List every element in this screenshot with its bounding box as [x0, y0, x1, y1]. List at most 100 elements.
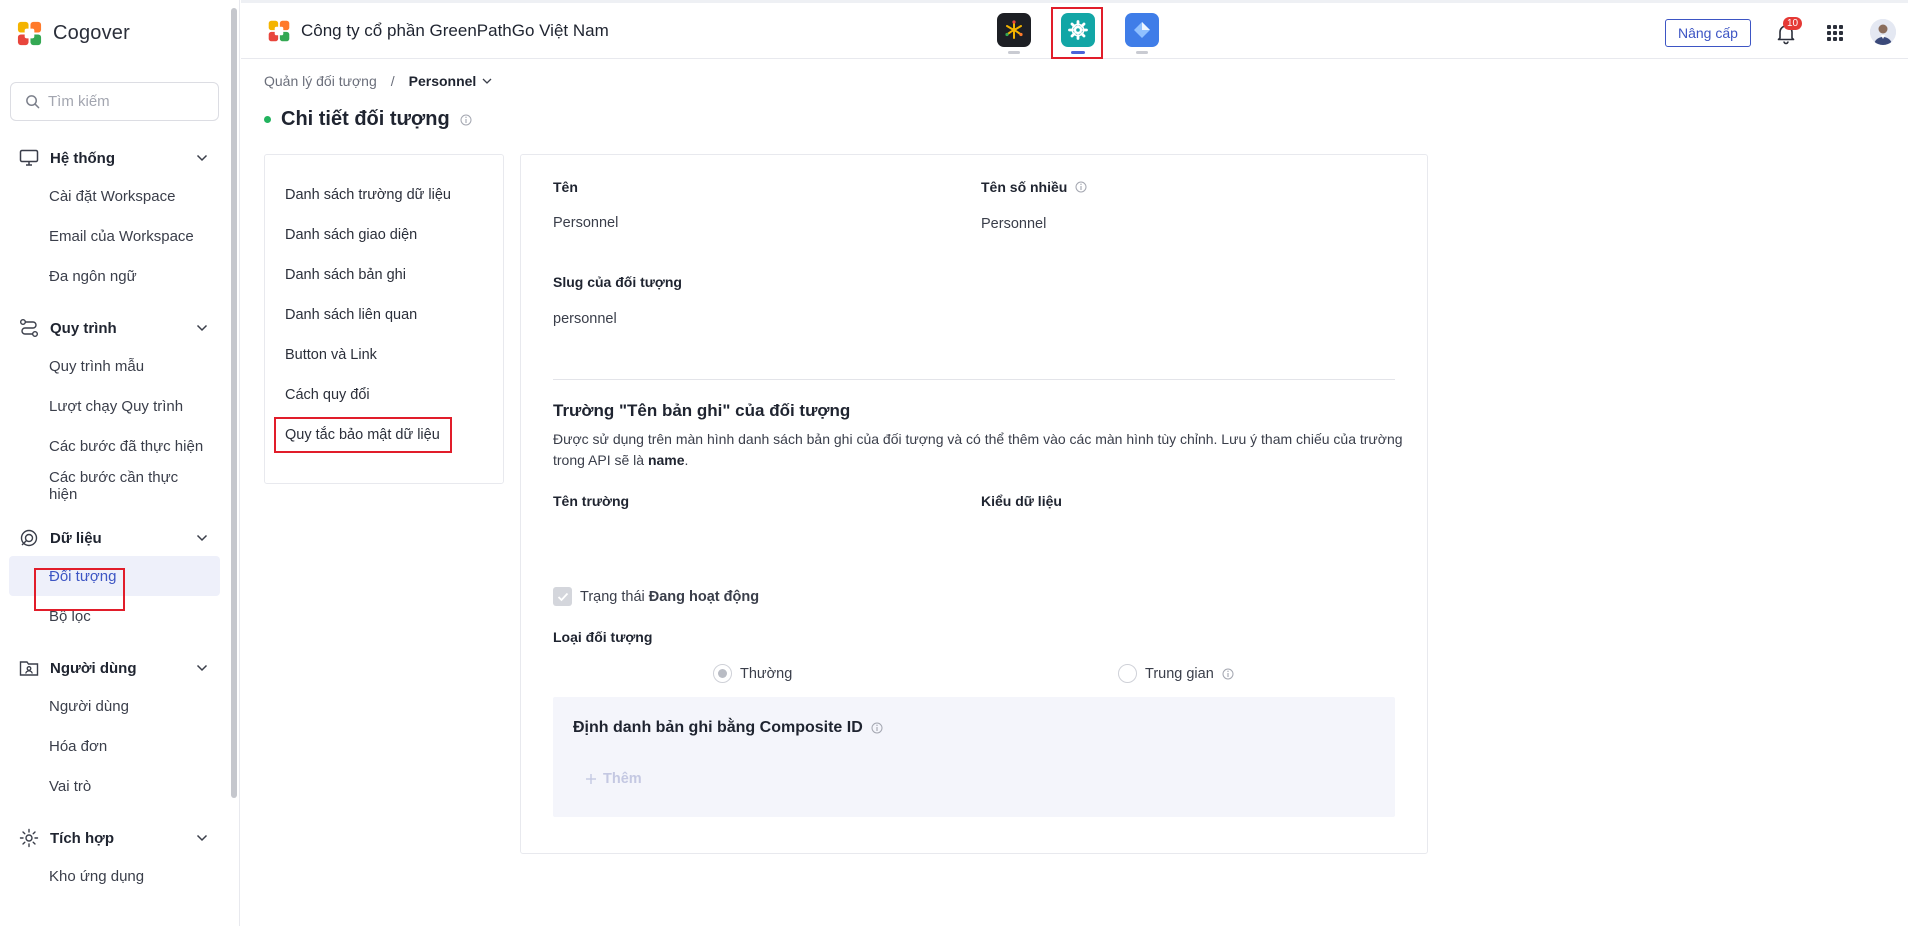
breadcrumb-parent[interactable]: Quản lý đối tượng [264, 73, 377, 89]
chevron-down-icon[interactable] [196, 324, 208, 332]
object-detail-panel: Tên Personnel Tên số nhiều Personnel Slu… [520, 154, 1428, 854]
plural-label-text: Tên số nhiều [981, 179, 1068, 195]
chevron-down-icon[interactable] [196, 664, 208, 672]
record-name-api: name [647, 452, 685, 468]
tab-danh-sach-truong[interactable]: Danh sách trường dữ liệu [265, 175, 503, 215]
add-composite-button[interactable]: Thêm [585, 771, 642, 787]
sidebar-group-header[interactable]: Tích hợp [0, 820, 232, 856]
workflow-icon [18, 317, 40, 339]
breadcrumb-separator: / [390, 73, 395, 89]
app-indicator [1008, 51, 1020, 54]
tab-danh-sach-giao-dien[interactable]: Danh sách giao diện [265, 215, 503, 255]
composite-id-section: Định danh bản ghi bằng Composite ID Thêm [553, 697, 1395, 817]
radio-button[interactable] [713, 664, 732, 683]
sidebar-item-vai-tro[interactable]: Vai trò [0, 766, 210, 806]
radio-type-intermediate[interactable]: Trung gian [1118, 664, 1234, 683]
sidebar-nav: Hệ thống Cài đặt Workspace Email của Wor… [0, 140, 232, 910]
search-box[interactable] [10, 82, 219, 121]
sidebar-group-header[interactable]: Quy trình [0, 310, 232, 346]
sidebar-scrollbar[interactable] [231, 8, 237, 798]
app-cluster-icon[interactable] [997, 13, 1031, 54]
sidebar-item-buoc-can-thuc-hien[interactable]: Các bước cần thực hiện [0, 466, 210, 506]
sidebar-group-title: Tích hợp [50, 829, 114, 847]
sidebar-group-header[interactable]: Hệ thống [0, 140, 232, 176]
composite-id-title-text: Định danh bản ghi bằng Composite ID [573, 719, 863, 736]
breadcrumb: Quản lý đối tượng / Personnel [264, 73, 492, 89]
field-name-label: Tên trường [553, 493, 630, 509]
tab-button-va-link[interactable]: Button và Link [265, 335, 503, 375]
slug-label: Slug của đối tượng [553, 274, 682, 290]
company-name: Công ty cổ phần GreenPathGo Việt Nam [301, 21, 609, 40]
radio-button[interactable] [1118, 664, 1137, 683]
chevron-down-icon[interactable] [196, 834, 208, 842]
avatar[interactable] [1870, 19, 1896, 45]
sidebar-item-cai-dat-workspace[interactable]: Cài đặt Workspace [0, 176, 210, 216]
tab-danh-sach-ban-ghi[interactable]: Danh sách bản ghi [265, 255, 503, 295]
tab-quy-tac-bao-mat[interactable]: Quy tắc bảo mật dữ liệu [265, 415, 503, 455]
company-switcher[interactable]: Công ty cổ phần GreenPathGo Việt Nam [267, 19, 609, 43]
apps-grid-icon[interactable] [1827, 25, 1843, 41]
sidebar-item-buoc-da-thuc-hien[interactable]: Các bước đã thực hiện [0, 426, 210, 466]
add-label: Thêm [603, 771, 642, 787]
monitor-icon [18, 147, 40, 169]
company-logo-icon [268, 20, 290, 42]
sidebar-item-da-ngon-ngu[interactable]: Đa ngôn ngữ [0, 256, 210, 296]
sidebar-group-nguoi-dung: Người dùng Người dùng Hóa đơn Vai trò [0, 650, 232, 806]
status-checkbox[interactable] [553, 587, 572, 606]
data-type-label: Kiểu dữ liệu [981, 493, 1062, 509]
plural-label: Tên số nhiều [981, 179, 1087, 195]
sidebar-group-tich-hop: Tích hợp Kho ứng dụng [0, 820, 232, 896]
info-icon[interactable] [1075, 181, 1087, 193]
chevron-down-icon[interactable] [196, 534, 208, 542]
record-name-desc-end: . [684, 452, 689, 468]
breadcrumb-current-label: Personnel [408, 73, 477, 89]
detail-tabs: Danh sách trường dữ liệu Danh sách giao … [264, 154, 504, 484]
integration-icon [18, 827, 40, 849]
sidebar: Cogover Hệ thống Cài đặt Workspace Email… [0, 0, 240, 926]
sidebar-item-email-workspace[interactable]: Email của Workspace [0, 216, 210, 256]
sidebar-group-header[interactable]: Người dùng [0, 650, 232, 686]
sidebar-group-header[interactable]: Dữ liệu [0, 520, 232, 556]
radio-label: Thường [740, 665, 793, 682]
sidebar-item-luot-chay[interactable]: Lượt chạy Quy trình [0, 386, 210, 426]
sidebar-group-title: Quy trình [50, 319, 117, 337]
page-title: Chi tiết đối tượng [264, 108, 472, 131]
info-icon[interactable] [1222, 668, 1234, 680]
object-type-label: Loại đối tượng [553, 629, 653, 645]
notification-badge: 10 [1783, 17, 1803, 30]
sidebar-group-he-thong: Hệ thống Cài đặt Workspace Email của Wor… [0, 140, 232, 296]
tab-danh-sach-lien-quan[interactable]: Danh sách liên quan [265, 295, 503, 335]
sidebar-item-quy-trinh-mau[interactable]: Quy trình mẫu [0, 346, 210, 386]
sidebar-group-title: Hệ thống [50, 149, 115, 167]
app-switcher [997, 7, 1159, 59]
settings-app-icon[interactable] [1051, 7, 1103, 59]
name-value: Personnel [553, 215, 619, 231]
sidebar-item-kho-ung-dung[interactable]: Kho ứng dụng [0, 856, 210, 896]
plus-icon [586, 774, 596, 784]
highlight-frame-settings [1051, 7, 1103, 59]
upgrade-button[interactable]: Nâng cấp [1665, 19, 1751, 47]
highlight-frame-doi-tuong [34, 568, 125, 611]
top-bar: Công ty cổ phần GreenPathGo Việt Nam Nân… [241, 0, 1908, 59]
app-indicator [1136, 51, 1148, 54]
breadcrumb-current[interactable]: Personnel [409, 73, 493, 89]
info-icon[interactable] [460, 114, 472, 126]
sidebar-group-title: Dữ liệu [50, 529, 102, 547]
sidebar-item-nguoi-dung[interactable]: Người dùng [0, 686, 210, 726]
record-name-description: Được sử dụng trên màn hình danh sách bản… [553, 429, 1403, 471]
radio-type-normal[interactable]: Thường [713, 664, 792, 683]
brand[interactable]: Cogover [16, 18, 130, 48]
composite-id-title: Định danh bản ghi bằng Composite ID [573, 719, 883, 737]
highlight-frame-bao-mat [274, 417, 452, 453]
info-icon[interactable] [871, 722, 883, 734]
section-divider [553, 379, 1395, 380]
user-folder-icon [18, 657, 40, 679]
tab-cach-quy-doi[interactable]: Cách quy đổi [265, 375, 503, 415]
slug-value: personnel [553, 311, 617, 327]
diamond-app-icon[interactable] [1125, 13, 1159, 54]
sidebar-item-hoa-don[interactable]: Hóa đơn [0, 726, 210, 766]
status-value: Đang hoạt động [648, 588, 760, 605]
status-prefix: Trạng thái [580, 588, 645, 605]
search-input[interactable] [48, 93, 208, 110]
chevron-down-icon[interactable] [196, 154, 208, 162]
